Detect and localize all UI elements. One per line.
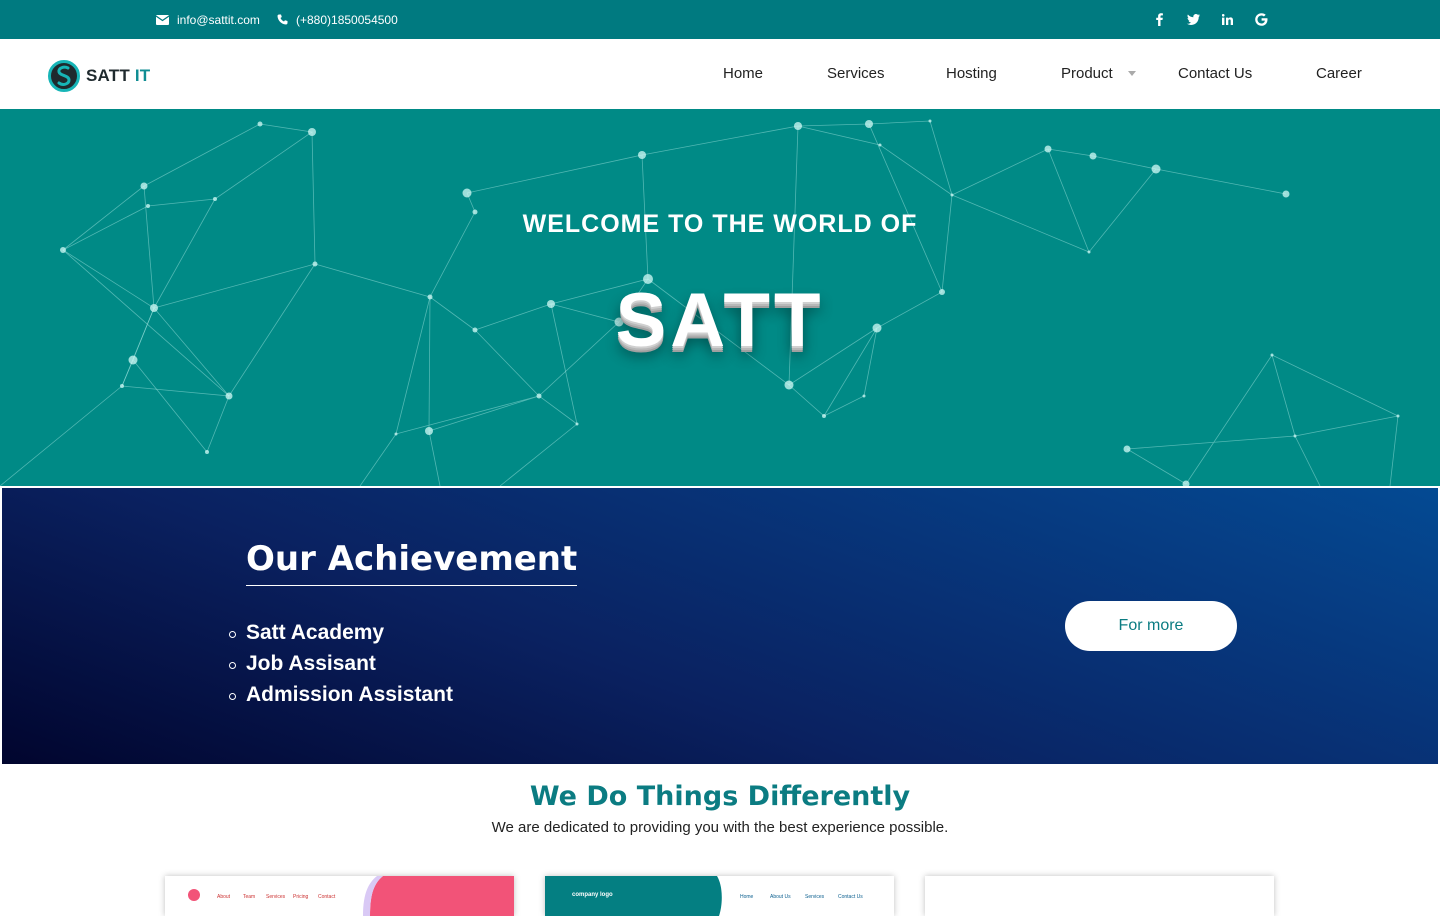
achievement-list: Satt Academy Job Assisant Admission Assi…: [229, 621, 453, 714]
card-nav-item: Contact: [318, 894, 336, 900]
for-more-button[interactable]: For more: [1065, 601, 1237, 651]
list-item: Admission Assistant: [229, 683, 453, 714]
nav-menu: Home Services Hosting Product Contact Us…: [0, 39, 1440, 109]
portfolio-card[interactable]: [925, 876, 1274, 916]
card-nav-item: About Us: [770, 894, 791, 900]
email-contact[interactable]: info@sattit.com: [156, 0, 260, 39]
social-links: [1142, 0, 1278, 39]
nav-home[interactable]: Home: [723, 65, 763, 82]
nav-hosting[interactable]: Hosting: [946, 65, 997, 82]
email-text: info@sattit.com: [177, 12, 260, 27]
envelope-icon: [156, 14, 169, 25]
list-item: Job Assisant: [229, 652, 453, 683]
card-nav-item: Team: [243, 894, 256, 900]
hero-welcome-text: WELCOME TO THE WORLD OF: [522, 210, 918, 238]
card-nav-item: Contact Us: [838, 894, 863, 900]
portfolio-card[interactable]: company logo Home About Us Services Cont…: [545, 876, 894, 916]
facebook-icon[interactable]: [1142, 0, 1176, 39]
hero-banner: WELCOME TO THE WORLD OF SATT: [0, 109, 1440, 486]
portfolio-card[interactable]: About Team Services Pricing Contact: [165, 876, 514, 916]
achievement-section: Our Achievement Satt Academy Job Assisan…: [2, 488, 1438, 764]
phone-icon: [277, 14, 288, 25]
linkedin-icon[interactable]: [1210, 0, 1244, 39]
phone-text: (+880)1850054500: [296, 12, 398, 27]
chevron-down-icon[interactable]: [1128, 71, 1136, 76]
nav-product[interactable]: Product: [1061, 65, 1113, 82]
achievement-title: Our Achievement: [246, 539, 578, 586]
card-nav-item: Services: [266, 894, 286, 900]
google-icon[interactable]: [1244, 0, 1278, 39]
phone-contact[interactable]: (+880)1850054500: [277, 0, 398, 39]
section-subtitle: We are dedicated to providing you with t…: [491, 819, 949, 836]
hero-brand-title: SATT: [615, 278, 825, 363]
nav-contact-us[interactable]: Contact Us: [1178, 65, 1252, 82]
section-title: We Do Things Differently: [529, 781, 911, 812]
nav-career[interactable]: Career: [1316, 65, 1362, 82]
twitter-icon[interactable]: [1176, 0, 1210, 39]
list-item: Satt Academy: [229, 621, 453, 652]
nav-services[interactable]: Services: [827, 65, 885, 82]
card-nav-item: Services: [805, 894, 825, 900]
card-nav-item: Home: [740, 894, 754, 900]
main-navbar: SATT IT Home Services Hosting Product Co…: [0, 39, 1440, 109]
card-logo-text: company logo: [572, 892, 613, 898]
card-nav-item: About: [217, 894, 231, 900]
card-nav-item: Pricing: [293, 894, 309, 900]
top-bar: info@sattit.com (+880)1850054500: [0, 0, 1440, 39]
